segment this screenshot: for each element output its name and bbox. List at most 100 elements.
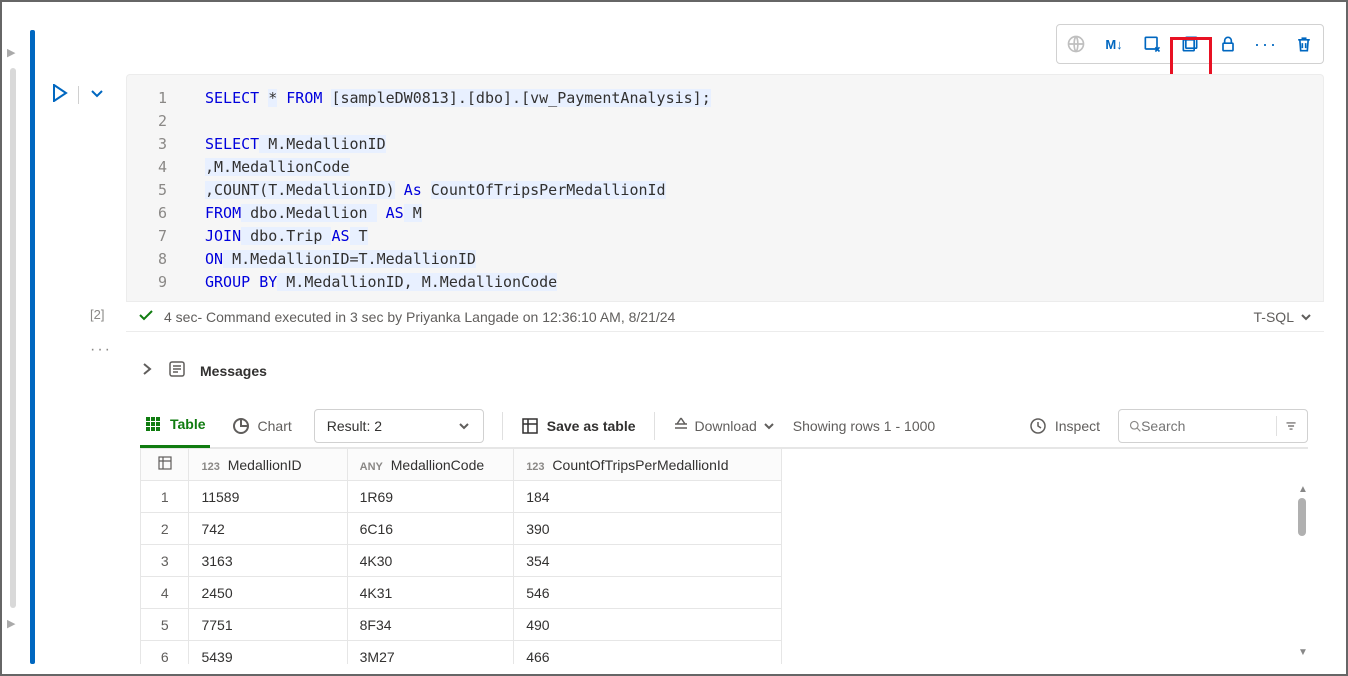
- cell[interactable]: 390: [514, 513, 782, 545]
- row-number: 3: [141, 545, 189, 577]
- row-number: 1: [141, 481, 189, 513]
- run-controls: [52, 84, 105, 105]
- tab-chart[interactable]: Chart: [228, 404, 296, 448]
- cell[interactable]: 466: [514, 641, 782, 665]
- divider: [78, 86, 79, 104]
- language-selector[interactable]: T-SQL: [1254, 309, 1312, 325]
- save-as-table-label: Save as table: [547, 418, 636, 434]
- run-options-dropdown[interactable]: [89, 85, 105, 104]
- code-body[interactable]: SELECT * FROM [sampleDW0813].[dbo].[vw_P…: [205, 87, 1311, 289]
- language-label: T-SQL: [1254, 309, 1294, 325]
- scroll-down-icon[interactable]: ▼: [1296, 647, 1308, 658]
- divider: [502, 412, 503, 440]
- cell[interactable]: 354: [514, 545, 782, 577]
- search-field[interactable]: [1141, 418, 1268, 434]
- row-count-info: Showing rows 1 - 1000: [793, 418, 935, 434]
- lock-button[interactable]: [1209, 25, 1247, 63]
- clear-output-button[interactable]: [1133, 25, 1171, 63]
- messages-label: Messages: [200, 363, 267, 379]
- row-number: 5: [141, 609, 189, 641]
- tab-chart-label: Chart: [258, 418, 292, 434]
- run-button[interactable]: [52, 84, 68, 105]
- row-number: 2: [141, 513, 189, 545]
- cell[interactable]: 4K31: [347, 577, 514, 609]
- chevron-down-icon: [763, 420, 775, 432]
- globe-icon: [1057, 25, 1095, 63]
- data-grid[interactable]: 123 MedallionID ANY MedallionCode 123 Co…: [140, 448, 782, 664]
- divider: [1276, 416, 1277, 436]
- cell[interactable]: 490: [514, 609, 782, 641]
- active-cell-indicator: [30, 30, 35, 664]
- cell[interactable]: 184: [514, 481, 782, 513]
- row-header-corner[interactable]: [141, 449, 189, 481]
- document-scroll-gutter: ▶ ▶: [8, 8, 20, 668]
- minimap[interactable]: [10, 68, 16, 608]
- cell-more-dots[interactable]: ···: [90, 341, 112, 359]
- download-icon: [673, 416, 689, 435]
- table-row[interactable]: 577518F34490: [141, 609, 782, 641]
- results-toolbar: Table Chart Result: 2 Save as table Down…: [140, 404, 1308, 448]
- column-header[interactable]: 123 CountOfTripsPerMedallionId: [514, 449, 782, 481]
- cell[interactable]: 2450: [189, 577, 347, 609]
- scroll-track[interactable]: [1298, 498, 1306, 644]
- table-row[interactable]: 27426C16390: [141, 513, 782, 545]
- tab-table[interactable]: Table: [140, 404, 210, 448]
- filter-icon[interactable]: [1285, 418, 1297, 434]
- search-input[interactable]: [1118, 409, 1308, 443]
- row-number: 6: [141, 641, 189, 665]
- scroll-down-arrow[interactable]: ▶: [7, 617, 15, 630]
- cell[interactable]: 546: [514, 577, 782, 609]
- column-header[interactable]: ANY MedallionCode: [347, 449, 514, 481]
- status-bar: 4 sec - Command executed in 3 sec by Pri…: [126, 302, 1324, 332]
- cell[interactable]: 8F34: [347, 609, 514, 641]
- table-row[interactable]: 424504K31546: [141, 577, 782, 609]
- cell-index: [2]: [90, 307, 104, 322]
- cell[interactable]: 11589: [189, 481, 347, 513]
- line-gutter: 123456789: [127, 87, 185, 289]
- cell[interactable]: 1R69: [347, 481, 514, 513]
- delete-button[interactable]: [1285, 25, 1323, 63]
- table-row[interactable]: 1115891R69184: [141, 481, 782, 513]
- result-set-selector[interactable]: Result: 2: [314, 409, 484, 443]
- blank-grid-area: [782, 448, 1308, 664]
- table-row[interactable]: 331634K30354: [141, 545, 782, 577]
- inspect-label: Inspect: [1055, 418, 1100, 434]
- cell[interactable]: 7751: [189, 609, 347, 641]
- results-table: 123 MedallionID ANY MedallionCode 123 Co…: [140, 448, 1308, 664]
- cell[interactable]: 6C16: [347, 513, 514, 545]
- row-number: 4: [141, 577, 189, 609]
- expand-messages-icon[interactable]: [140, 362, 154, 379]
- vertical-scrollbar[interactable]: ▲ ▼: [1296, 484, 1308, 658]
- cell[interactable]: 3M27: [347, 641, 514, 665]
- messages-doc-icon: [168, 360, 186, 381]
- column-header[interactable]: 123 MedallionID: [189, 449, 347, 481]
- more-options-button[interactable]: ···: [1247, 25, 1285, 63]
- cell[interactable]: 5439: [189, 641, 347, 665]
- result-set-label: Result: 2: [327, 418, 382, 434]
- app-frame: M↓ ··· ▶ ▶: [0, 0, 1348, 676]
- normal-view-button[interactable]: [1171, 25, 1209, 63]
- cell-toolbar: M↓ ···: [1056, 24, 1324, 64]
- cell[interactable]: 3163: [189, 545, 347, 577]
- app-inner: M↓ ··· ▶ ▶: [6, 6, 1342, 670]
- download-label: Download: [695, 418, 757, 434]
- save-as-table-button[interactable]: Save as table: [521, 417, 636, 435]
- inspect-button[interactable]: Inspect: [1029, 417, 1100, 435]
- markdown-button[interactable]: M↓: [1095, 25, 1133, 63]
- divider: [654, 412, 655, 440]
- scroll-up-icon[interactable]: ▲: [1296, 484, 1308, 495]
- download-button[interactable]: Download: [673, 416, 775, 435]
- search-icon: [1129, 418, 1141, 434]
- cell[interactable]: 742: [189, 513, 347, 545]
- scroll-thumb[interactable]: [1298, 498, 1306, 536]
- exec-time: 4 sec: [164, 309, 197, 325]
- exec-message: - Command executed in 3 sec by Priyanka …: [197, 309, 675, 325]
- tab-table-label: Table: [170, 416, 206, 432]
- success-check-icon: [138, 307, 154, 326]
- code-editor[interactable]: 123456789 SELECT * FROM [sampleDW0813].[…: [126, 74, 1324, 302]
- messages-section[interactable]: Messages: [140, 360, 267, 381]
- scroll-up-arrow[interactable]: ▶: [7, 46, 15, 59]
- table-row[interactable]: 654393M27466: [141, 641, 782, 665]
- cell[interactable]: 4K30: [347, 545, 514, 577]
- header-row: 123 MedallionID ANY MedallionCode 123 Co…: [141, 449, 782, 481]
